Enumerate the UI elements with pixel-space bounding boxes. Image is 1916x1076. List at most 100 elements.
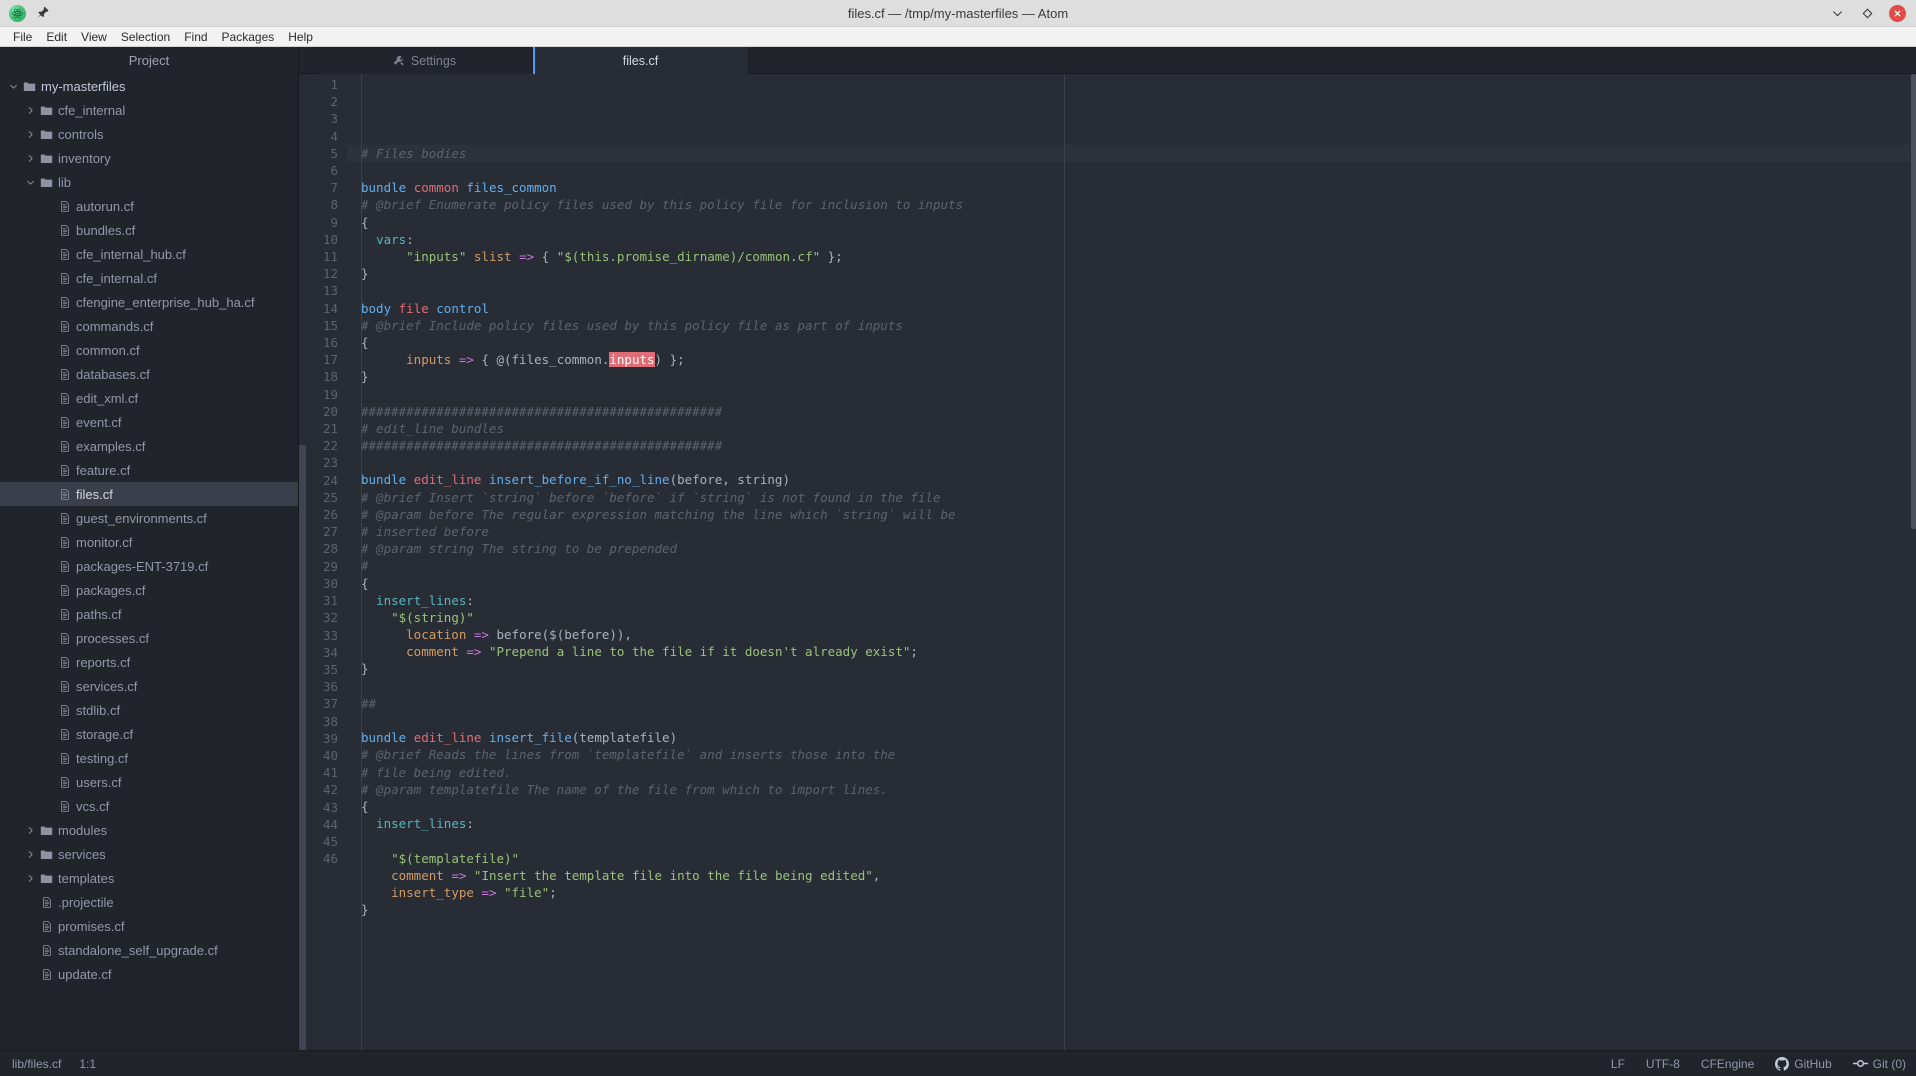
tree-file-cfe-internal-cf[interactable]: cfe_internal.cf bbox=[0, 266, 298, 290]
code-line[interactable] bbox=[347, 282, 1916, 299]
tree-directory-controls[interactable]: controls bbox=[0, 122, 298, 146]
menu-item-file[interactable]: File bbox=[6, 29, 39, 45]
code-line[interactable]: ## bbox=[347, 695, 1916, 712]
maximize-button[interactable] bbox=[1859, 5, 1875, 21]
tree-file-guest-environments-cf[interactable]: guest_environments.cf bbox=[0, 506, 298, 530]
code-content[interactable]: # Files bodies bundle common files_commo… bbox=[347, 74, 1916, 1050]
tree-file-monitor-cf[interactable]: monitor.cf bbox=[0, 530, 298, 554]
code-line[interactable]: # @param before The regular expression m… bbox=[347, 506, 1916, 523]
menu-item-edit[interactable]: Edit bbox=[39, 29, 74, 45]
code-line[interactable]: { bbox=[347, 798, 1916, 815]
tabs-container[interactable]: Settingsfiles.cf bbox=[317, 47, 749, 74]
tree-file-packages-cf[interactable]: packages.cf bbox=[0, 578, 298, 602]
code-line[interactable]: "$(string)" bbox=[347, 609, 1916, 626]
code-line[interactable]: # file being edited. bbox=[347, 764, 1916, 781]
code-line[interactable]: } bbox=[347, 901, 1916, 918]
code-line[interactable]: # @brief Reads the lines from `templatef… bbox=[347, 746, 1916, 763]
tab-bar[interactable]: Settingsfiles.cf bbox=[299, 47, 1916, 74]
tree-file-standalone-self-upgrade-cf[interactable]: standalone_self_upgrade.cf bbox=[0, 938, 298, 962]
editor-left-scrollbar-thumb[interactable] bbox=[299, 445, 306, 1050]
tree-file-paths-cf[interactable]: paths.cf bbox=[0, 602, 298, 626]
tree-file-users-cf[interactable]: users.cf bbox=[0, 770, 298, 794]
code-line[interactable]: # bbox=[347, 557, 1916, 574]
code-line[interactable]: location => before($(before)), bbox=[347, 626, 1916, 643]
code-line[interactable]: insert_lines: bbox=[347, 815, 1916, 832]
tree-directory-cfe-internal[interactable]: cfe_internal bbox=[0, 98, 298, 122]
tree-directory-lib[interactable]: lib bbox=[0, 170, 298, 194]
code-line[interactable] bbox=[347, 918, 1916, 935]
tree-file-commands-cf[interactable]: commands.cf bbox=[0, 314, 298, 338]
status-git[interactable]: Git (0) bbox=[1853, 1056, 1906, 1071]
code-line[interactable] bbox=[347, 678, 1916, 695]
chevron-right-icon[interactable] bbox=[23, 850, 37, 859]
code-line[interactable]: # @param templatefile The name of the fi… bbox=[347, 781, 1916, 798]
code-line[interactable]: # edit_line bundles bbox=[347, 420, 1916, 437]
tree-file-edit-xml-cf[interactable]: edit_xml.cf bbox=[0, 386, 298, 410]
tree-file-databases-cf[interactable]: databases.cf bbox=[0, 362, 298, 386]
chevron-right-icon[interactable] bbox=[23, 154, 37, 163]
tree-file-update-cf[interactable]: update.cf bbox=[0, 962, 298, 986]
status-grammar[interactable]: CFEngine bbox=[1701, 1057, 1754, 1071]
tree-file-reports-cf[interactable]: reports.cf bbox=[0, 650, 298, 674]
code-line[interactable]: "$(templatefile)" bbox=[347, 850, 1916, 867]
editor-vertical-scrollbar[interactable] bbox=[1911, 74, 1916, 1050]
tree-view-sidebar[interactable]: Project my-masterfilescfe_internalcontro… bbox=[0, 47, 299, 1050]
tree-file-packages-ent-3719-cf[interactable]: packages-ENT-3719.cf bbox=[0, 554, 298, 578]
code-line[interactable] bbox=[347, 712, 1916, 729]
tree-file-services-cf[interactable]: services.cf bbox=[0, 674, 298, 698]
menu-item-selection[interactable]: Selection bbox=[114, 29, 177, 45]
tree-directory-inventory[interactable]: inventory bbox=[0, 146, 298, 170]
code-line[interactable]: { bbox=[347, 575, 1916, 592]
code-line[interactable]: "inputs" slist => { "$(this.promise_dirn… bbox=[347, 248, 1916, 265]
code-line[interactable]: bundle common files_common bbox=[347, 179, 1916, 196]
code-line[interactable] bbox=[347, 454, 1916, 471]
tree-file-event-cf[interactable]: event.cf bbox=[0, 410, 298, 434]
tree-file-vcs-cf[interactable]: vcs.cf bbox=[0, 794, 298, 818]
chevron-down-icon[interactable] bbox=[23, 178, 37, 187]
code-line[interactable]: ########################################… bbox=[347, 437, 1916, 454]
menu-item-view[interactable]: View bbox=[74, 29, 114, 45]
code-line[interactable]: { bbox=[347, 214, 1916, 231]
tree-file-autorun-cf[interactable]: autorun.cf bbox=[0, 194, 298, 218]
code-line[interactable]: bundle edit_line insert_file(templatefil… bbox=[347, 729, 1916, 746]
code-line[interactable]: ########################################… bbox=[347, 403, 1916, 420]
tab-settings[interactable]: Settings bbox=[317, 47, 533, 74]
code-line[interactable] bbox=[347, 385, 1916, 402]
chevron-right-icon[interactable] bbox=[23, 874, 37, 883]
tree-file-bundles-cf[interactable]: bundles.cf bbox=[0, 218, 298, 242]
code-line[interactable]: # @param string The string to be prepend… bbox=[347, 540, 1916, 557]
tree-directory-templates[interactable]: templates bbox=[0, 866, 298, 890]
chevron-right-icon[interactable] bbox=[23, 106, 37, 115]
menu-item-find[interactable]: Find bbox=[177, 29, 214, 45]
code-line[interactable] bbox=[347, 162, 1916, 179]
tree-file-stdlib-cf[interactable]: stdlib.cf bbox=[0, 698, 298, 722]
tree-directory-my-masterfiles[interactable]: my-masterfiles bbox=[0, 74, 298, 98]
chevron-down-icon[interactable] bbox=[6, 82, 20, 91]
project-tree[interactable]: my-masterfilescfe_internalcontrolsinvent… bbox=[0, 74, 298, 986]
code-line[interactable]: insert_type => "file"; bbox=[347, 884, 1916, 901]
tree-directory-services[interactable]: services bbox=[0, 842, 298, 866]
tree-file-common-cf[interactable]: common.cf bbox=[0, 338, 298, 362]
status-line-ending[interactable]: LF bbox=[1611, 1057, 1625, 1071]
tree-file-files-cf[interactable]: files.cf bbox=[0, 482, 298, 506]
code-line[interactable]: # @brief Insert `string` before `before`… bbox=[347, 489, 1916, 506]
code-line[interactable]: { bbox=[347, 334, 1916, 351]
minimize-button[interactable] bbox=[1829, 5, 1845, 21]
status-encoding[interactable]: UTF-8 bbox=[1646, 1057, 1680, 1071]
menu-item-packages[interactable]: Packages bbox=[215, 29, 282, 45]
close-button[interactable] bbox=[1889, 5, 1906, 22]
chevron-right-icon[interactable] bbox=[23, 130, 37, 139]
tree-file-cfengine-enterprise-hub-ha-cf[interactable]: cfengine_enterprise_hub_ha.cf bbox=[0, 290, 298, 314]
tree-file-feature-cf[interactable]: feature.cf bbox=[0, 458, 298, 482]
code-line[interactable]: comment => "Prepend a line to the file i… bbox=[347, 643, 1916, 660]
code-line[interactable]: # Files bodies bbox=[347, 145, 1916, 162]
chevron-right-icon[interactable] bbox=[23, 826, 37, 835]
tree-file-examples-cf[interactable]: examples.cf bbox=[0, 434, 298, 458]
tree-file-testing-cf[interactable]: testing.cf bbox=[0, 746, 298, 770]
tree-file-processes-cf[interactable]: processes.cf bbox=[0, 626, 298, 650]
code-line[interactable]: insert_lines: bbox=[347, 592, 1916, 609]
code-line[interactable]: } bbox=[347, 368, 1916, 385]
tab-files-cf[interactable]: files.cf bbox=[533, 47, 749, 74]
tree-file-cfe-internal-hub-cf[interactable]: cfe_internal_hub.cf bbox=[0, 242, 298, 266]
code-line[interactable]: } bbox=[347, 265, 1916, 282]
